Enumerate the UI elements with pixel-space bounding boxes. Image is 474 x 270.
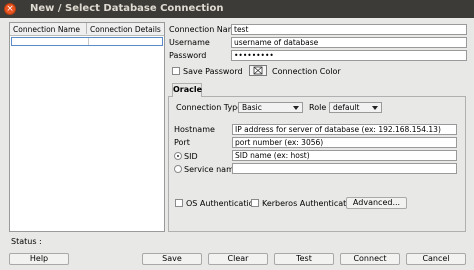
connection-name-label: Connection Name: [169, 25, 241, 34]
sid-label: SID: [184, 152, 198, 161]
close-icon[interactable]: ×: [4, 3, 16, 15]
title-bar: × New / Select Database Connection: [0, 0, 474, 18]
service-name-label: Service name: [184, 165, 239, 174]
connection-color-label: Connection Color: [272, 67, 341, 76]
list-header: Connection Name Connection Details: [10, 23, 164, 36]
port-label: Port: [174, 138, 190, 147]
hostname-field[interactable]: IP address for server of database (ex: 1…: [232, 124, 457, 135]
role-label: Role: [309, 103, 327, 112]
kerberos-authentication-checkbox[interactable]: [251, 199, 259, 207]
column-header-connection-name[interactable]: Connection Name: [13, 23, 87, 34]
hostname-label: Hostname: [174, 125, 215, 134]
help-button[interactable]: Help: [9, 253, 69, 265]
tab-oracle[interactable]: Oracle: [172, 83, 202, 97]
advanced-button[interactable]: Advanced...: [346, 197, 407, 209]
service-name-field[interactable]: [232, 163, 457, 174]
save-button[interactable]: Save: [142, 253, 202, 265]
username-label: Username: [169, 38, 210, 47]
os-authentication-label: OS Authentication: [186, 199, 259, 208]
color-swatch-icon: [253, 66, 263, 75]
window-title: New / Select Database Connection: [30, 3, 224, 14]
cancel-button[interactable]: Cancel: [406, 253, 466, 265]
connection-type-select[interactable]: Basic: [238, 102, 303, 113]
os-authentication-checkbox[interactable]: [175, 199, 183, 207]
connection-name-field[interactable]: test: [231, 24, 467, 35]
list-row[interactable]: [11, 37, 163, 46]
connection-type-label: Connection Type: [176, 103, 243, 112]
clear-button[interactable]: Clear: [208, 253, 268, 265]
role-select[interactable]: default: [329, 102, 382, 113]
save-password-checkbox[interactable]: [172, 67, 180, 75]
sid-field[interactable]: SID name (ex: host): [232, 150, 457, 161]
role-value: default: [333, 103, 360, 112]
test-button[interactable]: Test: [274, 253, 334, 265]
port-field[interactable]: port number (ex: 3056): [232, 137, 457, 148]
save-password-label: Save Password: [183, 67, 243, 76]
chevron-down-icon: [372, 106, 378, 110]
connection-list[interactable]: Connection Name Connection Details: [9, 22, 165, 232]
column-header-connection-details[interactable]: Connection Details: [90, 25, 161, 34]
chevron-down-icon: [293, 106, 299, 110]
connect-button[interactable]: Connect: [340, 253, 400, 265]
username-field[interactable]: username of database: [231, 37, 467, 48]
status-label: Status :: [11, 237, 42, 246]
sid-radio[interactable]: [174, 152, 182, 160]
connection-type-value: Basic: [242, 103, 262, 112]
connection-color-button[interactable]: [249, 65, 267, 76]
password-field[interactable]: •••••••••: [231, 50, 467, 61]
service-name-radio[interactable]: [174, 165, 182, 173]
password-label: Password: [169, 51, 207, 60]
kerberos-authentication-label: Kerberos Authentication: [262, 199, 359, 208]
